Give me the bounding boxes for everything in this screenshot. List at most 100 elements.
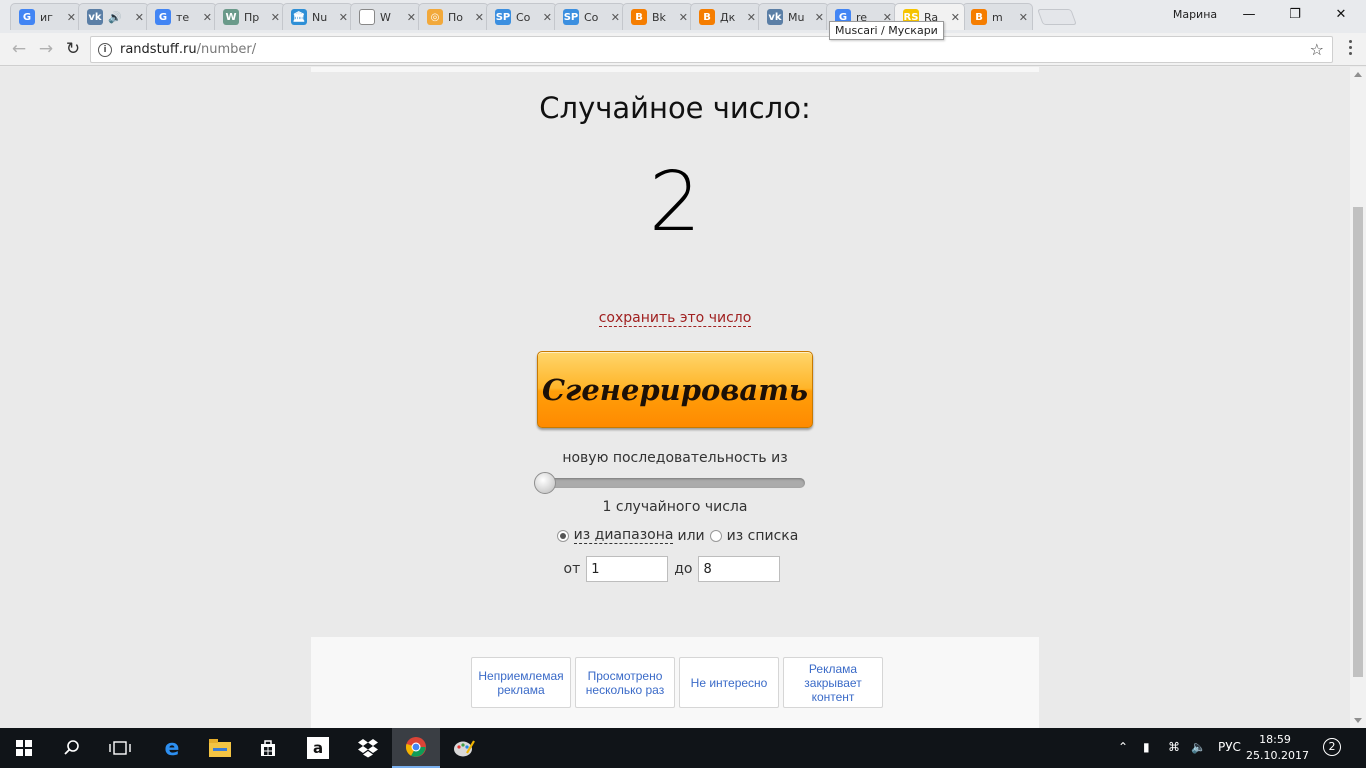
address-bar[interactable]: i randstuff.ru/number/ ☆ <box>90 36 1333 63</box>
browser-tab[interactable]: Bm ✕ <box>962 3 1033 30</box>
to-input[interactable] <box>698 556 781 582</box>
tab-close-icon[interactable]: ✕ <box>611 11 620 24</box>
browser-tab[interactable]: W Пр ✕ <box>214 3 285 30</box>
store-icon[interactable] <box>244 728 292 768</box>
url-path: /number/ <box>196 42 257 57</box>
browser-tab[interactable]: 🏛 Nu ✕ <box>282 3 353 30</box>
tab-close-icon[interactable]: ✕ <box>679 11 688 24</box>
tab-title: Mu <box>788 10 805 24</box>
tab-title: те <box>176 10 190 24</box>
google-icon: G <box>155 9 171 25</box>
range-option-label[interactable]: из диапазона <box>573 527 674 544</box>
volume-icon[interactable]: 🔈 <box>1191 740 1206 754</box>
chrome-icon[interactable] <box>392 728 440 768</box>
tab-close-icon[interactable]: ✕ <box>407 11 416 24</box>
browser-toolbar: ← → ↻ i randstuff.ru/number/ ☆ <box>0 33 1366 66</box>
browser-tab[interactable]: SP Со ✕ <box>486 3 557 30</box>
save-number-link[interactable]: сохранить это число <box>598 310 752 327</box>
count-label: 1 случайного числа <box>602 499 748 515</box>
browser-tab[interactable]: Gте ✕ <box>146 3 217 30</box>
tab-close-icon[interactable]: ✕ <box>203 11 212 24</box>
site-info-icon[interactable]: i <box>98 42 112 57</box>
scroll-up-icon[interactable] <box>1354 72 1362 77</box>
edge-icon[interactable]: e <box>148 728 196 768</box>
browser-tab[interactable]: SP Со ✕ <box>554 3 625 30</box>
url-text[interactable]: randstuff.ru/number/ <box>120 42 256 57</box>
count-slider-handle[interactable] <box>534 472 556 494</box>
restore-icon[interactable]: ❐ <box>1272 3 1318 25</box>
list-radio[interactable] <box>709 529 722 542</box>
browser-tab[interactable]: vk Mu ✕ <box>758 3 829 30</box>
wiki-icon: W <box>223 9 239 25</box>
browser-tab[interactable]: ◎ По ✕ <box>418 3 489 30</box>
tab-title: W <box>380 10 391 24</box>
tab-close-icon[interactable]: ✕ <box>135 11 144 24</box>
tab-close-icon[interactable]: ✕ <box>747 11 756 24</box>
sp-icon: SP <box>563 9 579 25</box>
file-explorer-icon[interactable] <box>196 728 244 768</box>
browser-tab[interactable]: B Вk ✕ <box>622 3 693 30</box>
clock[interactable]: 18:59 25.10.2017 <box>1246 732 1309 764</box>
ad-feedback-buttons: Неприемлемая реклама Просмотрено нескольк… <box>471 657 883 708</box>
bookmark-star-icon[interactable]: ☆ <box>1310 40 1324 59</box>
search-icon[interactable] <box>48 728 96 768</box>
tab-close-icon[interactable]: ✕ <box>1019 11 1028 24</box>
close-window-icon[interactable]: ✕ <box>1318 3 1364 25</box>
minimize-icon[interactable]: — <box>1226 3 1272 25</box>
range-radio[interactable] <box>556 529 569 542</box>
generate-button[interactable]: Сгенерировать <box>537 351 813 428</box>
page-scrollbar[interactable] <box>1350 67 1366 728</box>
back-icon[interactable]: ← <box>8 38 30 60</box>
scroll-down-icon[interactable] <box>1354 718 1362 723</box>
battery-icon[interactable]: ▮ <box>1143 740 1150 754</box>
paint-icon[interactable] <box>440 728 488 768</box>
range-inputs: от до <box>0 556 1350 582</box>
from-input[interactable] <box>586 556 669 582</box>
tab-title: Вk <box>652 10 666 24</box>
list-option-label[interactable]: из списка <box>727 528 799 544</box>
or-text: или <box>677 527 705 544</box>
browser-menu-icon[interactable] <box>1340 40 1360 55</box>
task-view-icon[interactable] <box>96 728 144 768</box>
amazon-icon[interactable]: a <box>294 728 342 768</box>
language-indicator[interactable]: РУС <box>1218 740 1241 754</box>
tab-close-icon[interactable]: ✕ <box>475 11 484 24</box>
tab-close-icon[interactable]: ✕ <box>951 11 960 24</box>
page-title: Случайное число: <box>539 91 811 125</box>
vk-icon: vk <box>87 9 103 25</box>
url-host: randstuff.ru <box>120 42 197 57</box>
clock-date: 25.10.2017 <box>1246 749 1309 762</box>
google-icon: G <box>19 9 35 25</box>
ad-feedback-button[interactable]: Реклама закрывает контент <box>783 657 883 708</box>
show-hidden-icons[interactable]: ⌃ <box>1118 740 1128 754</box>
notification-center-icon[interactable]: 2 <box>1323 738 1341 756</box>
tab-title: Nu <box>312 10 328 24</box>
blogger-icon: B <box>699 9 715 25</box>
browser-tab[interactable]: B Дк ✕ <box>690 3 761 30</box>
ad-feedback-button[interactable]: Просмотрено несколько раз <box>575 657 675 708</box>
new-tab-button[interactable] <box>1037 9 1077 25</box>
windows-taskbar: e a ⌃ ▮ ⌘ 🔈 РУС 18:59 25.10.2017 2 <box>0 728 1366 768</box>
forward-icon[interactable]: → <box>35 38 57 60</box>
wifi-icon[interactable]: ⌘ <box>1168 740 1180 754</box>
tab-close-icon[interactable]: ✕ <box>339 11 348 24</box>
page-viewport: Случайное число: 2 сохранить это число С… <box>0 67 1350 728</box>
count-slider-track[interactable] <box>537 478 805 488</box>
tab-close-icon[interactable]: ✕ <box>543 11 552 24</box>
mode-selector: из диапазона или из списка <box>0 527 1350 544</box>
windows-start-icon[interactable] <box>0 728 48 768</box>
ad-feedback-button[interactable]: Неприемлемая реклама <box>471 657 571 708</box>
browser-tab[interactable]: Gиг ✕ <box>10 3 81 30</box>
ad-feedback-button[interactable]: Не интересно <box>679 657 779 708</box>
tab-close-icon[interactable]: ✕ <box>815 11 824 24</box>
browser-tab[interactable]: W ✕ <box>350 3 421 30</box>
scrollbar-thumb[interactable] <box>1353 207 1363 677</box>
tab-close-icon[interactable]: ✕ <box>67 11 76 24</box>
reload-icon[interactable]: ↻ <box>62 38 84 60</box>
profile-button[interactable]: Марина <box>1163 8 1227 21</box>
browser-tab[interactable]: vk 🔊 ✕ <box>78 3 149 30</box>
save-number-row: сохранить это число <box>0 307 1350 327</box>
dropbox-icon[interactable] <box>344 728 392 768</box>
tab-tooltip: Muscari / Мускари <box>829 21 944 40</box>
tab-close-icon[interactable]: ✕ <box>271 11 280 24</box>
